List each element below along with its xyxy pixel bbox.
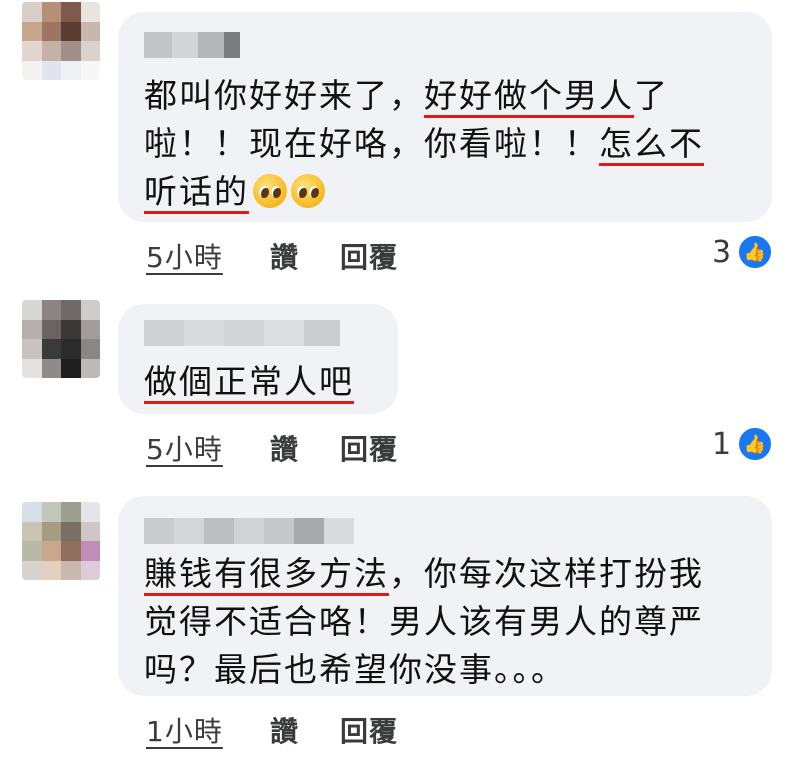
avatar[interactable]: [22, 502, 100, 580]
comment-bubble: 做個正常人吧: [118, 304, 398, 414]
reply-button[interactable]: 回覆: [340, 710, 398, 750]
timestamp-link[interactable]: 5小時: [146, 428, 223, 468]
commenter-name-blurred[interactable]: [144, 32, 240, 58]
thumbs-up-icon: 👍: [737, 234, 774, 270]
timestamp-link[interactable]: 1小時: [146, 710, 223, 750]
reply-button[interactable]: 回覆: [340, 428, 398, 468]
comment-bubble: 賺钱有很多方法，你每次这样打扮我 觉得不适合咯！男人该有男人的尊严 吗？最后也希…: [118, 496, 772, 696]
comment-bubble: 都叫你好好来了，好好做个男人了 啦！！现在好咯，你看啦！！怎么不 听话的: [118, 12, 772, 222]
like-button[interactable]: 讚: [270, 236, 299, 276]
like-button[interactable]: 讚: [270, 710, 299, 750]
reply-button[interactable]: 回覆: [340, 236, 398, 276]
avatar[interactable]: [22, 2, 100, 80]
timestamp-link[interactable]: 5小時: [146, 236, 223, 276]
like-count: 1: [712, 426, 732, 462]
commenter-name-blurred[interactable]: [144, 320, 340, 346]
reaction-count[interactable]: 1 👍: [712, 426, 774, 462]
like-button[interactable]: 讚: [270, 428, 299, 468]
commenter-name-blurred[interactable]: [144, 518, 354, 544]
pleading-face-emoji: [291, 174, 325, 208]
comment-text: 都叫你好好来了，好好做个男人了 啦！！现在好咯，你看啦！！怎么不 听话的: [144, 76, 704, 211]
like-count: 3: [712, 234, 732, 270]
comment-text: 做個正常人吧: [144, 362, 354, 401]
thumbs-up-icon: 👍: [737, 426, 774, 462]
avatar[interactable]: [22, 300, 100, 378]
pleading-face-emoji: [253, 174, 287, 208]
reaction-count[interactable]: 3 👍: [712, 234, 774, 270]
comment-text: 賺钱有很多方法，你每次这样打扮我 觉得不适合咯！男人该有男人的尊严 吗？最后也希…: [144, 554, 704, 689]
